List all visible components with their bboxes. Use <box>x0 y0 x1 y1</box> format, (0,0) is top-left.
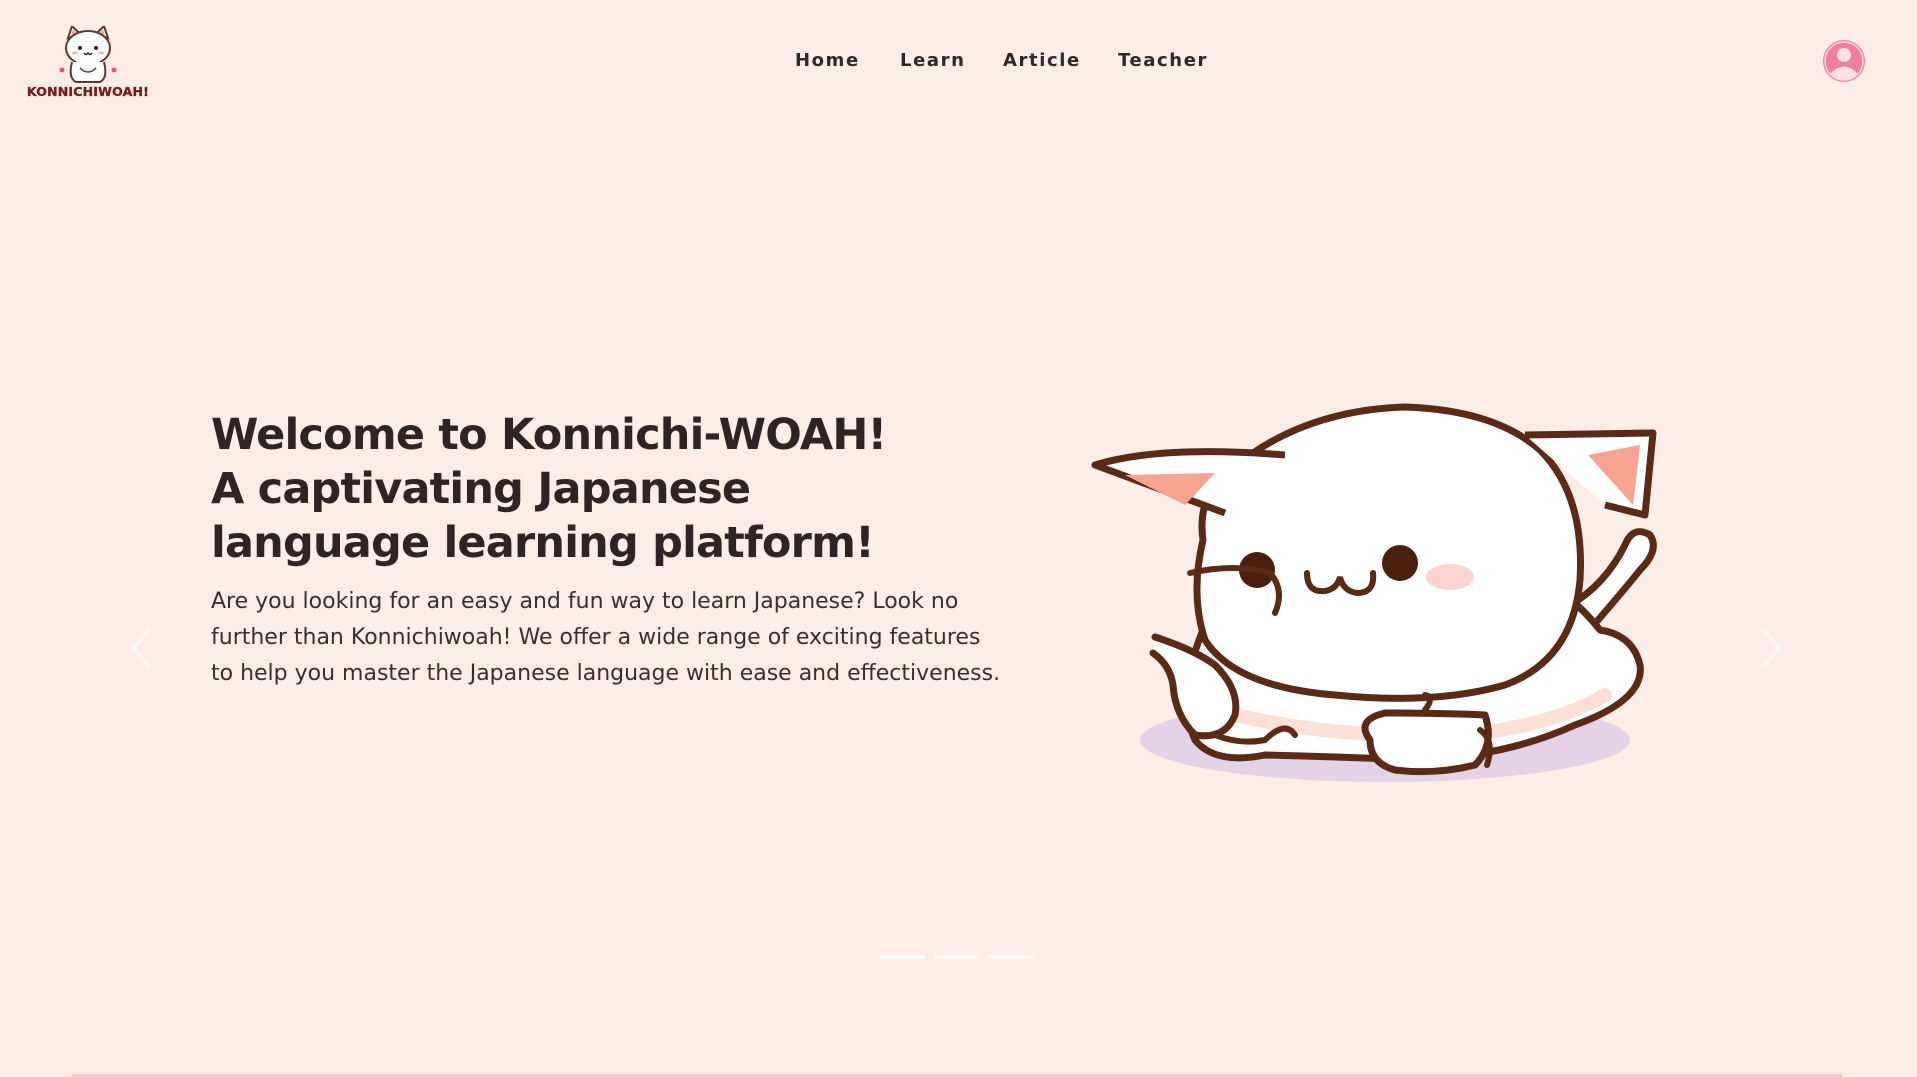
carousel-next-button[interactable] <box>1757 623 1787 673</box>
nav-learn-link[interactable]: Learn <box>900 50 966 71</box>
logo-text: KONNICHIWOAH! <box>26 84 150 99</box>
nav-home-link[interactable]: Home <box>795 50 860 71</box>
page: KONNICHIWOAH! Home Learn Article Teacher… <box>0 0 1917 1077</box>
hero-title: Welcome to Konnichi-WOAH! A captivating … <box>211 408 1011 570</box>
nav-article-link[interactable]: Article <box>1003 50 1081 71</box>
carousel-indicators <box>880 955 1040 961</box>
carousel-indicator-2[interactable] <box>934 955 979 959</box>
hero-title-line-1: Welcome to Konnichi-WOAH! <box>211 410 887 460</box>
chevron-left-icon <box>132 629 150 667</box>
carousel-prev-button[interactable] <box>126 623 156 673</box>
chevron-right-icon <box>1763 629 1781 667</box>
account-button[interactable] <box>1822 39 1866 83</box>
user-circle-icon <box>1823 40 1865 82</box>
hero-title-line-3: language learning platform! <box>211 518 875 568</box>
nav-teacher-link[interactable]: Teacher <box>1118 50 1208 71</box>
carousel-indicator-1[interactable] <box>880 955 925 959</box>
hero-title-line-2: A captivating Japanese <box>211 464 751 514</box>
cat-lying-illustration <box>1085 395 1685 815</box>
hero-description: Are you looking for an easy and fun way … <box>211 589 1001 686</box>
carousel-indicator-3[interactable] <box>988 955 1033 959</box>
main-nav: Home Learn Article Teacher <box>0 50 1550 76</box>
